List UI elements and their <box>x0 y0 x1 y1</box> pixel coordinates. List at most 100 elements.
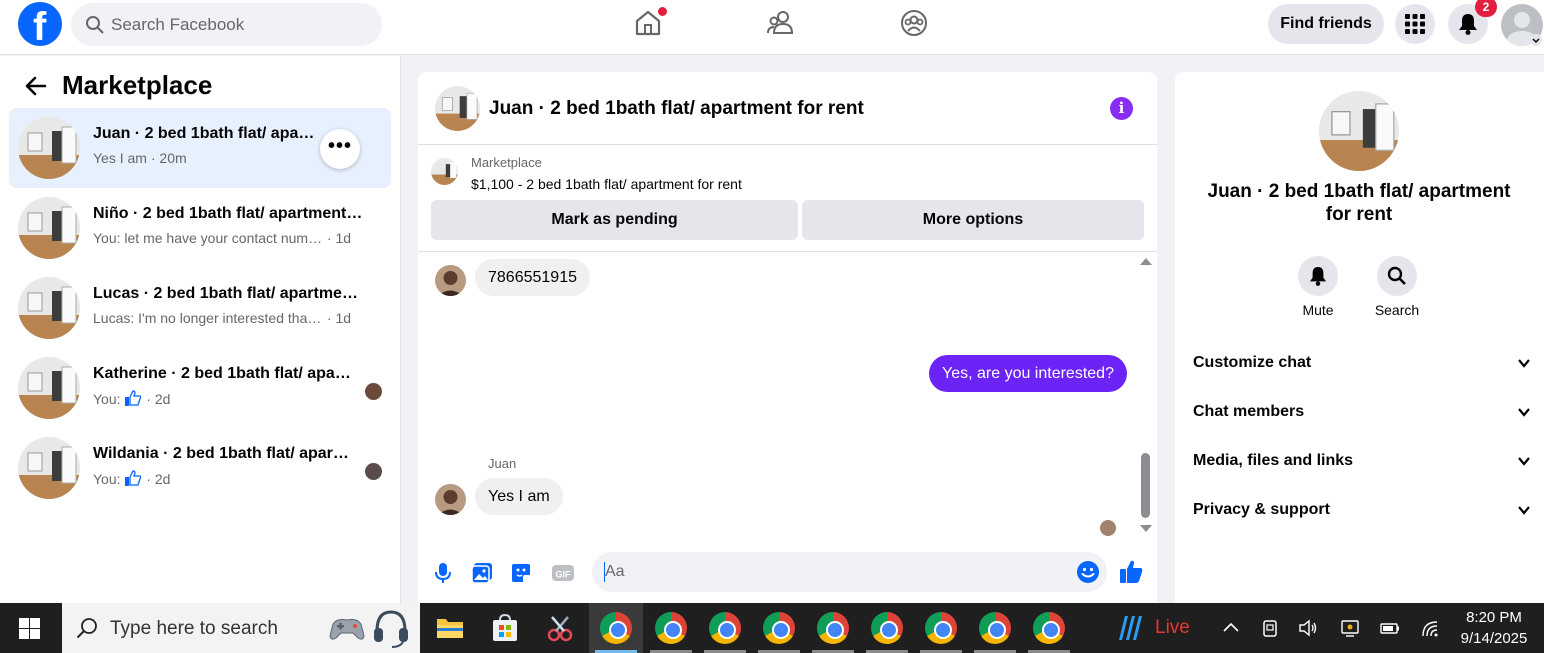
conversation-preview: You: let me have your contact number... <box>93 230 323 246</box>
headset-icon <box>374 610 408 648</box>
friends-icon[interactable] <box>766 8 796 38</box>
groups-icon[interactable] <box>899 8 929 38</box>
contact-avatar[interactable] <box>435 484 466 515</box>
chrome-icon <box>979 612 1011 644</box>
listing-mini-thumbnail <box>431 158 458 185</box>
chat-title[interactable]: Juan · 2 bed 1bath flat/ apartment for r… <box>489 98 864 120</box>
chevron-down-icon <box>1518 359 1530 368</box>
more-options-button[interactable]: More options <box>802 200 1144 240</box>
display-icon[interactable] <box>1340 618 1360 638</box>
conversation-options-button[interactable]: ••• <box>320 129 360 169</box>
taskbar-search-box[interactable]: Type here to search <box>62 603 420 653</box>
chrome-icon <box>1033 612 1065 644</box>
facebook-logo[interactable]: f <box>18 2 62 49</box>
conversation-item[interactable]: Wildania · 2 bed 1bath flat/ apartment f… <box>9 428 391 508</box>
sticker-icon[interactable] <box>510 562 532 584</box>
mark-as-pending-button[interactable]: Mark as pending <box>431 200 798 240</box>
live-score-icon[interactable] <box>1115 614 1145 642</box>
chevron-down-icon <box>1518 506 1530 515</box>
conversation-preview: Yes I am <box>93 150 147 166</box>
file-explorer-app[interactable] <box>423 603 477 653</box>
conversation-preview: You: <box>93 391 121 407</box>
conversation-preview-line: You: let me have your contact number... … <box>93 230 383 246</box>
mute-button[interactable]: Mute <box>1278 256 1358 318</box>
conversation-time: · 2d <box>146 391 171 407</box>
search-label: Search <box>1374 302 1420 318</box>
media-files-links-row[interactable]: Media, files and links <box>1193 442 1533 482</box>
conversation-name: Niño · 2 bed 1bath flat/ apartment for r… <box>93 205 363 222</box>
search-in-conversation-button[interactable]: Search <box>1357 256 1437 318</box>
privacy-support-row[interactable]: Privacy & support <box>1193 491 1533 531</box>
marketplace-label: Marketplace <box>471 155 542 170</box>
game-controller-icon <box>329 619 365 640</box>
clock[interactable]: 8:20 PM 9/14/2025 <box>1444 607 1544 649</box>
info-icon[interactable]: i <box>1110 97 1133 120</box>
chrome-window-app[interactable] <box>752 603 806 653</box>
incoming-message[interactable]: Yes I am <box>475 478 563 515</box>
chevron-down-icon <box>1518 457 1530 466</box>
chevron-down-icon <box>1518 408 1530 417</box>
contact-avatar[interactable] <box>435 265 466 296</box>
message-thread: 7866551915 Yes, are you interested? Juan… <box>418 253 1157 543</box>
menu-button[interactable] <box>1395 4 1435 44</box>
details-listing-thumbnail[interactable] <box>1319 91 1399 171</box>
search-icon <box>76 618 97 639</box>
store-bag-icon <box>493 614 517 641</box>
chrome-window-app[interactable] <box>968 603 1022 653</box>
message-input[interactable]: Aa <box>592 552 1107 592</box>
conversation-item[interactable]: Niño · 2 bed 1bath flat/ apartment for r… <box>9 188 391 268</box>
conversation-item[interactable]: Katherine · 2 bed 1bath flat/ apartment … <box>9 348 391 428</box>
live-label[interactable]: Live <box>1155 617 1190 639</box>
conversation-time: · 20m <box>150 150 187 166</box>
scroll-down-arrow[interactable] <box>1140 525 1152 532</box>
top-navigation-bar: f Search Facebook Find friends 2 <box>0 0 1544 55</box>
apps-grid-icon <box>1405 14 1425 34</box>
chevron-up-icon[interactable] <box>1221 618 1241 638</box>
chrome-window-app[interactable] <box>1022 603 1076 653</box>
emoji-icon[interactable] <box>1076 560 1100 584</box>
account-chevron-icon[interactable] <box>1530 34 1542 46</box>
outgoing-message[interactable]: Yes, are you interested? <box>929 355 1127 392</box>
listing-thumbnail <box>18 437 80 499</box>
volume-icon[interactable] <box>1298 618 1318 638</box>
wifi-icon[interactable] <box>1421 618 1441 638</box>
section-label: Media, files and links <box>1193 452 1354 469</box>
chrome-icon <box>655 612 687 644</box>
search-facebook-input[interactable]: Search Facebook <box>71 3 382 46</box>
home-notification-dot <box>658 7 667 16</box>
conversation-preview: Lucas: I'm no longer interested thank ..… <box>93 310 323 326</box>
scrollbar-thumb[interactable] <box>1141 453 1150 518</box>
conversation-item[interactable]: Juan · 2 bed 1bath flat/ apartment for r… <box>9 108 391 188</box>
incoming-message[interactable]: 7866551915 <box>475 259 590 296</box>
conversation-item[interactable]: Lucas · 2 bed 1bath flat/ apartment for … <box>9 268 391 348</box>
mute-label: Mute <box>1302 302 1334 318</box>
listing-price-title[interactable]: $1,100 - 2 bed 1bath flat/ apartment for… <box>471 176 742 192</box>
snipping-tool-app[interactable] <box>533 603 587 653</box>
seen-avatar <box>365 383 382 400</box>
chrome-window-app[interactable] <box>698 603 752 653</box>
chrome-window-app[interactable] <box>589 603 643 653</box>
windows-start-icon[interactable] <box>19 618 40 639</box>
section-label: Privacy & support <box>1193 501 1330 518</box>
chat-members-row[interactable]: Chat members <box>1193 393 1533 433</box>
photo-icon[interactable] <box>471 562 493 584</box>
customize-chat-row[interactable]: Customize chat <box>1193 344 1533 384</box>
chrome-window-app[interactable] <box>860 603 914 653</box>
conversation-preview-line: You: · 2d <box>93 390 383 407</box>
chrome-window-app[interactable] <box>806 603 860 653</box>
chat-listing-thumbnail[interactable] <box>435 86 480 131</box>
details-title: Juan · 2 bed 1bath flat/ apartment for r… <box>1207 181 1511 225</box>
scroll-up-arrow[interactable] <box>1140 258 1152 265</box>
send-like-icon[interactable] <box>1119 559 1144 584</box>
back-arrow-icon[interactable] <box>24 74 48 98</box>
chrome-window-app[interactable] <box>914 603 968 653</box>
search-icon <box>86 16 104 34</box>
meet-now-icon[interactable] <box>1260 618 1280 638</box>
find-friends-button[interactable]: Find friends <box>1268 4 1384 44</box>
microsoft-store-app[interactable] <box>478 603 532 653</box>
conversation-preview: You: <box>93 471 121 487</box>
gif-icon[interactable]: GIF <box>551 562 575 584</box>
microphone-icon[interactable] <box>432 562 454 584</box>
chrome-window-app[interactable] <box>644 603 698 653</box>
battery-icon[interactable] <box>1380 618 1400 638</box>
